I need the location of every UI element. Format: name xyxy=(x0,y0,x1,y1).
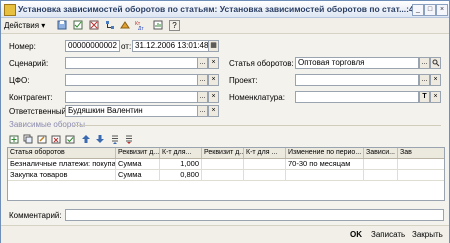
close-window-button[interactable]: × xyxy=(436,4,448,16)
column-header-coef-1[interactable]: К-т для... xyxy=(160,148,202,158)
ok-button[interactable]: OK xyxy=(347,229,365,240)
sort-descending-icon[interactable] xyxy=(124,134,134,144)
footer-bar: OK Записать Закрыть xyxy=(1,225,449,243)
nomenclature-field[interactable] xyxy=(295,91,419,103)
turnover-item-search-icon[interactable] xyxy=(430,57,441,69)
nomenclature-clear-icon[interactable]: × xyxy=(430,91,441,103)
calendar-icon[interactable]: ▦ xyxy=(208,40,219,52)
actions-menu[interactable]: Действия ▾ xyxy=(4,20,45,31)
end-edit-icon[interactable] xyxy=(65,134,75,144)
cell-period-change[interactable] xyxy=(286,170,364,180)
scenario-field[interactable] xyxy=(65,57,198,69)
post-icon[interactable] xyxy=(73,20,83,30)
cell-coef-2[interactable] xyxy=(244,170,286,180)
cell-turnover-item[interactable]: Закупка товаров xyxy=(8,170,116,180)
responsible-clear-icon[interactable]: × xyxy=(208,105,219,117)
dependent-turnovers-table[interactable]: Статья оборотов Реквизит д... К-т для...… xyxy=(7,147,445,201)
move-down-icon[interactable] xyxy=(95,134,105,144)
scenario-clear-icon[interactable]: × xyxy=(208,57,219,69)
number-label: Номер: xyxy=(9,42,36,51)
column-header-requisite-2[interactable]: Реквизит д... xyxy=(202,148,244,158)
save-icon[interactable] xyxy=(57,20,67,30)
table-row[interactable]: Закупка товаров Сумма 0,800 xyxy=(8,170,444,181)
delete-row-icon[interactable] xyxy=(51,134,61,144)
cfo-clear-icon[interactable]: × xyxy=(208,74,219,86)
comment-field[interactable] xyxy=(65,209,444,221)
move-up-icon[interactable] xyxy=(81,134,91,144)
maximize-button[interactable]: □ xyxy=(424,4,436,16)
turnover-item-select-button[interactable]: ... xyxy=(419,57,430,69)
type-select-icon[interactable]: T xyxy=(419,91,430,103)
turnover-item-label: Статья оборотов: xyxy=(229,59,294,68)
structure-icon[interactable] xyxy=(105,20,115,30)
column-header-coef-2[interactable]: К-т для ... xyxy=(244,148,286,158)
cfo-select-button[interactable]: ... xyxy=(197,74,208,86)
svg-text:Дт: Дт xyxy=(138,26,144,30)
copy-row-icon[interactable] xyxy=(23,134,33,144)
responsible-label: Ответственный: xyxy=(9,107,69,116)
add-row-icon[interactable] xyxy=(9,134,19,144)
table-row[interactable]: Безналичные платежи: покупатели Сумма 1,… xyxy=(8,159,444,170)
cell-dependent-2[interactable] xyxy=(398,159,444,169)
edit-row-icon[interactable] xyxy=(37,134,47,144)
cell-requisite-1[interactable]: Сумма xyxy=(116,170,160,180)
nomenclature-label: Номенклатура: xyxy=(229,93,285,102)
project-select-button[interactable]: ... xyxy=(419,74,430,86)
column-header-period-change[interactable]: Изменение по перио... xyxy=(286,148,364,158)
table-header: Статья оборотов Реквизит д... К-т для...… xyxy=(8,148,444,159)
unpost-icon[interactable] xyxy=(89,20,99,30)
cell-requisite-2[interactable] xyxy=(202,159,244,169)
counterparty-clear-icon[interactable]: × xyxy=(208,91,219,103)
cell-coef-1[interactable]: 0,800 xyxy=(160,170,202,180)
column-header-dependent-1[interactable]: Зависи... xyxy=(364,148,398,158)
save-button[interactable]: Записать xyxy=(368,229,408,240)
scenario-select-button[interactable]: ... xyxy=(197,57,208,69)
responsible-field[interactable]: Будяшкин Валентин xyxy=(65,105,198,117)
sort-ascending-icon[interactable] xyxy=(110,134,120,144)
cfo-label: ЦФО: xyxy=(9,76,30,85)
minimize-button[interactable]: _ xyxy=(412,4,424,16)
help-icon[interactable]: ? xyxy=(169,20,180,31)
kt-dt-icon[interactable]: КтДт xyxy=(135,20,145,30)
project-label: Проект: xyxy=(229,76,258,85)
window-title: Установка зависимостей оборотов по стать… xyxy=(18,4,419,14)
column-header-turnover-item[interactable]: Статья оборотов xyxy=(8,148,116,158)
cell-requisite-2[interactable] xyxy=(202,170,244,180)
column-header-requisite-1[interactable]: Реквизит д... xyxy=(116,148,160,158)
report-icon[interactable] xyxy=(153,20,163,30)
toolbar: Действия ▾ Кт Дт ? xyxy=(1,18,449,34)
number-field[interactable]: 00000000002 xyxy=(65,40,120,52)
cfo-field[interactable] xyxy=(65,74,198,86)
cell-coef-2[interactable] xyxy=(244,159,286,169)
comment-label: Комментарий: xyxy=(9,211,62,220)
responsible-select-button[interactable]: ... xyxy=(197,105,208,117)
section-divider xyxy=(73,125,441,126)
cell-dependent-1[interactable] xyxy=(364,159,398,169)
project-clear-icon[interactable]: × xyxy=(430,74,441,86)
cell-coef-1[interactable]: 1,000 xyxy=(160,159,202,169)
date-field[interactable]: 31.12.2006 13:01:48 xyxy=(132,40,209,52)
column-header-dependent-2[interactable]: Зав xyxy=(398,148,444,158)
chevron-down-icon: ▾ xyxy=(41,21,46,30)
cell-dependent-2[interactable] xyxy=(398,170,444,180)
counterparty-label: Контрагент: xyxy=(9,93,53,102)
counterparty-field[interactable] xyxy=(65,91,198,103)
cell-turnover-item[interactable]: Безналичные платежи: покупатели xyxy=(8,159,116,169)
close-button[interactable]: Закрыть xyxy=(409,229,446,240)
movements-icon[interactable] xyxy=(120,20,130,30)
cell-period-change[interactable]: 70-30 по месяцам xyxy=(286,159,364,169)
scenario-label: Сценарий: xyxy=(9,59,49,68)
actions-menu-label: Действия xyxy=(4,21,40,30)
title-bar[interactable]: Установка зависимостей оборотов по стать… xyxy=(1,1,449,18)
date-from-label: от: xyxy=(121,42,132,51)
cell-dependent-1[interactable] xyxy=(364,170,398,180)
project-field[interactable] xyxy=(295,74,419,86)
magnifier-icon xyxy=(432,59,439,67)
turnover-item-field[interactable]: Оптовая торговля xyxy=(295,57,419,69)
document-icon xyxy=(4,4,16,16)
document-window: Установка зависимостей оборотов по стать… xyxy=(0,0,450,243)
cell-requisite-1[interactable]: Сумма xyxy=(116,159,160,169)
counterparty-select-button[interactable]: ... xyxy=(197,91,208,103)
